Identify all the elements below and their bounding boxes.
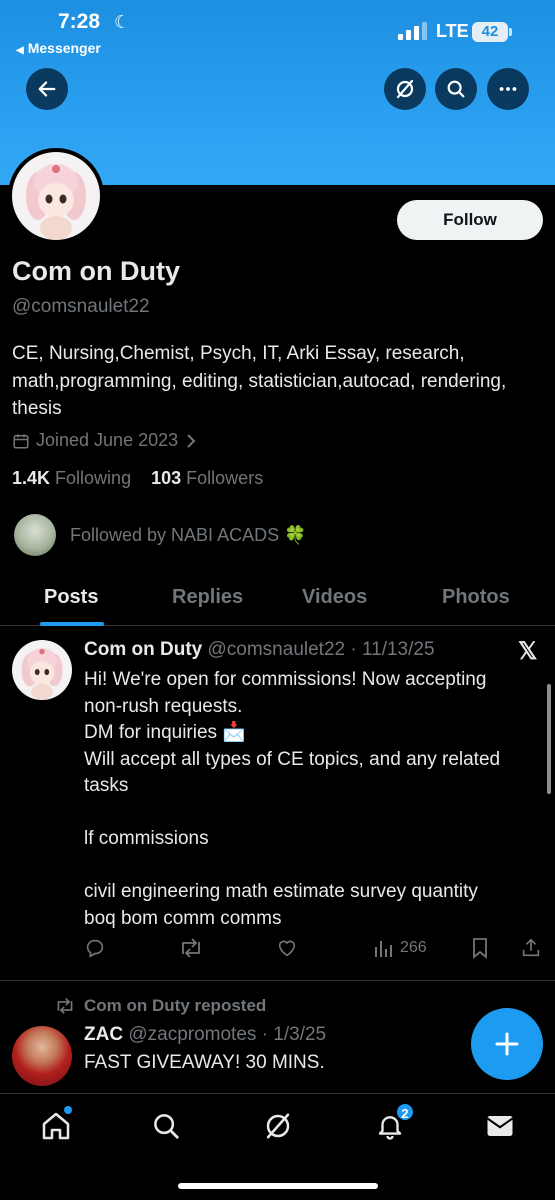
following-count: 1.4K — [12, 468, 51, 488]
more-horizontal-icon — [499, 87, 517, 91]
repost-text: FAST GIVEAWAY! 30 MINS. — [84, 1052, 325, 1073]
post-line — [84, 800, 544, 827]
profile-bio: CE, Nursing,Chemist, Psych, IT, Arki Ess… — [12, 343, 507, 419]
tab-videos[interactable]: Videos — [302, 586, 367, 609]
active-tab-indicator — [40, 622, 104, 626]
following-label: Following — [55, 468, 132, 488]
repost-author-avatar[interactable] — [12, 1026, 72, 1086]
share-icon — [522, 938, 540, 957]
home-icon — [42, 1112, 70, 1140]
tab-photos[interactable]: Photos — [442, 586, 510, 609]
post-line: Will accept all types of CE topics, and … — [84, 748, 501, 770]
repost-icon — [57, 998, 73, 1014]
tab-replies[interactable]: Replies — [172, 586, 243, 609]
notifications-badge: 2 — [395, 1102, 415, 1122]
status-time: 7:28 — [58, 10, 101, 33]
views-button[interactable]: 266 — [374, 937, 427, 959]
repost-header: ZAC @zacpromotes · 1/3/25 — [84, 1024, 326, 1046]
signal-icon — [398, 22, 428, 40]
post-line — [84, 853, 544, 880]
repost-meta: @zacpromotes · 1/3/25 — [128, 1024, 327, 1045]
joined-label: Joined June 2023 — [36, 430, 179, 450]
pinned-post[interactable]: Com on Duty @comsnaulet22 · 11/13/25 𝕏 H… — [0, 627, 555, 981]
post-author-name[interactable]: Com on Duty — [84, 639, 202, 660]
x-logo-icon: 𝕏 — [518, 638, 538, 665]
nav-grok[interactable] — [258, 1108, 298, 1144]
back-to-app-link[interactable]: ◀ Messenger — [16, 40, 101, 56]
calendar-icon — [13, 433, 29, 448]
followed-by-row[interactable]: Followed by NABI ACADS 🍀 — [14, 514, 307, 556]
followers-label: Followers — [186, 468, 264, 488]
grok-icon — [266, 1113, 290, 1139]
battery-icon: 42 — [472, 22, 512, 42]
follow-button[interactable]: Follow — [397, 200, 543, 240]
profile-display-name: Com on Duty — [12, 256, 180, 286]
search-button[interactable] — [435, 68, 477, 110]
post-line: boq bom comm comms — [84, 907, 282, 929]
home-unread-dot — [64, 1106, 72, 1114]
mail-icon — [486, 1116, 514, 1136]
post-header: Com on Duty @comsnaulet22 · 11/13/25 — [84, 639, 435, 661]
more-button[interactable] — [487, 68, 529, 110]
follower-avatar — [14, 514, 56, 556]
network-label: LTE — [436, 21, 469, 41]
grok-icon — [396, 79, 414, 99]
nav-messages[interactable] — [480, 1108, 520, 1144]
home-indicator[interactable] — [178, 1183, 378, 1189]
followed-by-label: Followed by NABI ACADS 🍀 — [70, 524, 307, 545]
post-actions: 266 — [0, 937, 555, 967]
post-body: Hi! We're open for commissions! Now acce… — [84, 667, 544, 932]
nav-notifications[interactable]: 2 — [370, 1102, 415, 1144]
post-line: non-rush requests. — [84, 695, 243, 717]
post-line: Hi! We're open for commissions! Now acce… — [84, 669, 487, 690]
scrollbar[interactable] — [547, 684, 551, 794]
nav-home[interactable] — [36, 1106, 76, 1144]
arrow-left-icon — [38, 81, 56, 97]
profile-handle: @comsnaulet22 — [12, 296, 150, 317]
back-button[interactable] — [26, 68, 68, 110]
repost-icon — [182, 938, 200, 958]
search-icon — [154, 1114, 179, 1139]
repost-label: Com on Duty reposted — [84, 996, 267, 1015]
repost-indicator: Com on Duty reposted — [54, 996, 266, 1016]
back-triangle-icon: ◀ — [16, 45, 24, 56]
doll-avatar-image — [26, 164, 86, 240]
doll-avatar-image — [21, 648, 63, 700]
joined-date[interactable]: Joined June 2023 — [12, 430, 198, 451]
bookmark-icon — [473, 938, 487, 959]
analytics-icon — [375, 941, 392, 957]
grok-button[interactable] — [384, 68, 426, 110]
like-button[interactable] — [276, 937, 298, 959]
nav-search[interactable] — [146, 1108, 186, 1144]
follow-stats: 1.4K Following 103 Followers — [12, 468, 263, 489]
reply-button[interactable] — [84, 937, 106, 959]
followers-link[interactable]: 103 Followers — [151, 468, 263, 488]
profile-tabs: Posts Replies Videos Photos — [0, 578, 555, 626]
back-app-label: Messenger — [27, 40, 101, 56]
views-count: 266 — [400, 939, 427, 956]
post-line: lf commissions — [84, 828, 209, 849]
chevron-right-icon — [187, 433, 196, 448]
tab-posts[interactable]: Posts — [44, 586, 98, 609]
compose-button[interactable] — [471, 1008, 543, 1080]
post-line: DM for inquiries 📩 — [84, 722, 246, 743]
post-meta: @comsnaulet22 · 11/13/25 — [207, 639, 435, 660]
profile-avatar[interactable] — [8, 148, 104, 244]
repost-author-name[interactable]: ZAC — [84, 1024, 123, 1045]
reply-icon — [86, 939, 104, 958]
share-button[interactable] — [520, 937, 542, 959]
bookmark-button[interactable] — [470, 937, 490, 959]
search-icon — [447, 80, 465, 98]
repost-button[interactable] — [178, 937, 204, 959]
heart-icon — [278, 940, 296, 957]
following-link[interactable]: 1.4K Following — [12, 468, 131, 488]
plus-icon — [495, 1032, 519, 1056]
followers-count: 103 — [151, 468, 182, 488]
post-avatar[interactable] — [12, 640, 72, 700]
post-line: tasks — [84, 775, 129, 796]
moon-icon: ☾ — [114, 12, 131, 32]
post-line: civil engineering math estimate survey q… — [84, 881, 478, 902]
